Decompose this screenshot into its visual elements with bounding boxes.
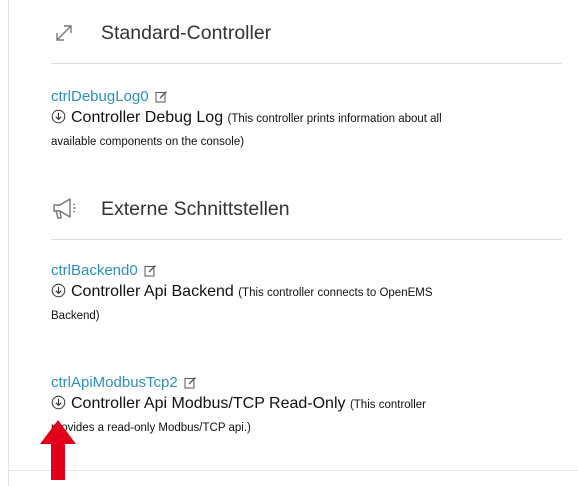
edit-icon[interactable] [184,376,197,389]
controller-title: Controller Api Backend [71,283,234,300]
controller-title: Controller Api Modbus/TCP Read-Only [71,395,346,412]
controller-id-link[interactable]: ctrlDebugLog0 [51,88,149,105]
panel-bottom-border [8,470,578,471]
controller-title: Controller Debug Log [71,109,224,126]
expand-circle-icon[interactable] [51,395,66,410]
section-divider [51,63,562,64]
annotation-arrow-shape [40,420,76,480]
section-title: Standard-Controller [101,21,272,44]
controller-description: (This controller connects to OpenEMS [238,287,433,299]
controller-description-cont: available components on the console) [51,136,245,148]
list-item-controller: ctrlApiModbusTcp2 Controller Api Modbus/… [51,372,566,439]
controller-description: (This controller prints information abou… [227,113,442,125]
section-header-external-interfaces: Externe Schnittstellen [51,193,290,225]
expand-circle-icon[interactable] [51,283,66,298]
expand-circle-icon[interactable] [51,109,66,124]
section-header-standard-controller: Standard-Controller [51,17,271,49]
list-item-controller: ctrlDebugLog0 Controller Debug Log (This… [51,86,566,153]
resize-diagonal-icon [56,25,72,41]
annotation-arrow-up-icon [40,420,76,480]
controller-id-link[interactable]: ctrlApiModbusTcp2 [51,374,178,391]
list-item-controller: ctrlBackend0 Controller Api Backend (Thi… [51,260,566,327]
controller-description: (This controller [349,399,427,411]
edit-icon[interactable] [155,90,168,103]
edit-icon[interactable] [144,264,157,277]
controller-description-cont: Backend) [51,310,100,322]
megaphone-icon [53,198,76,219]
section-divider [51,239,562,240]
panel-left-border [8,0,9,486]
controller-description-cont: provides a read-only Modbus/TCP api.) [51,422,251,434]
section-title: Externe Schnittstellen [101,197,290,220]
controller-id-link[interactable]: ctrlBackend0 [51,262,138,279]
